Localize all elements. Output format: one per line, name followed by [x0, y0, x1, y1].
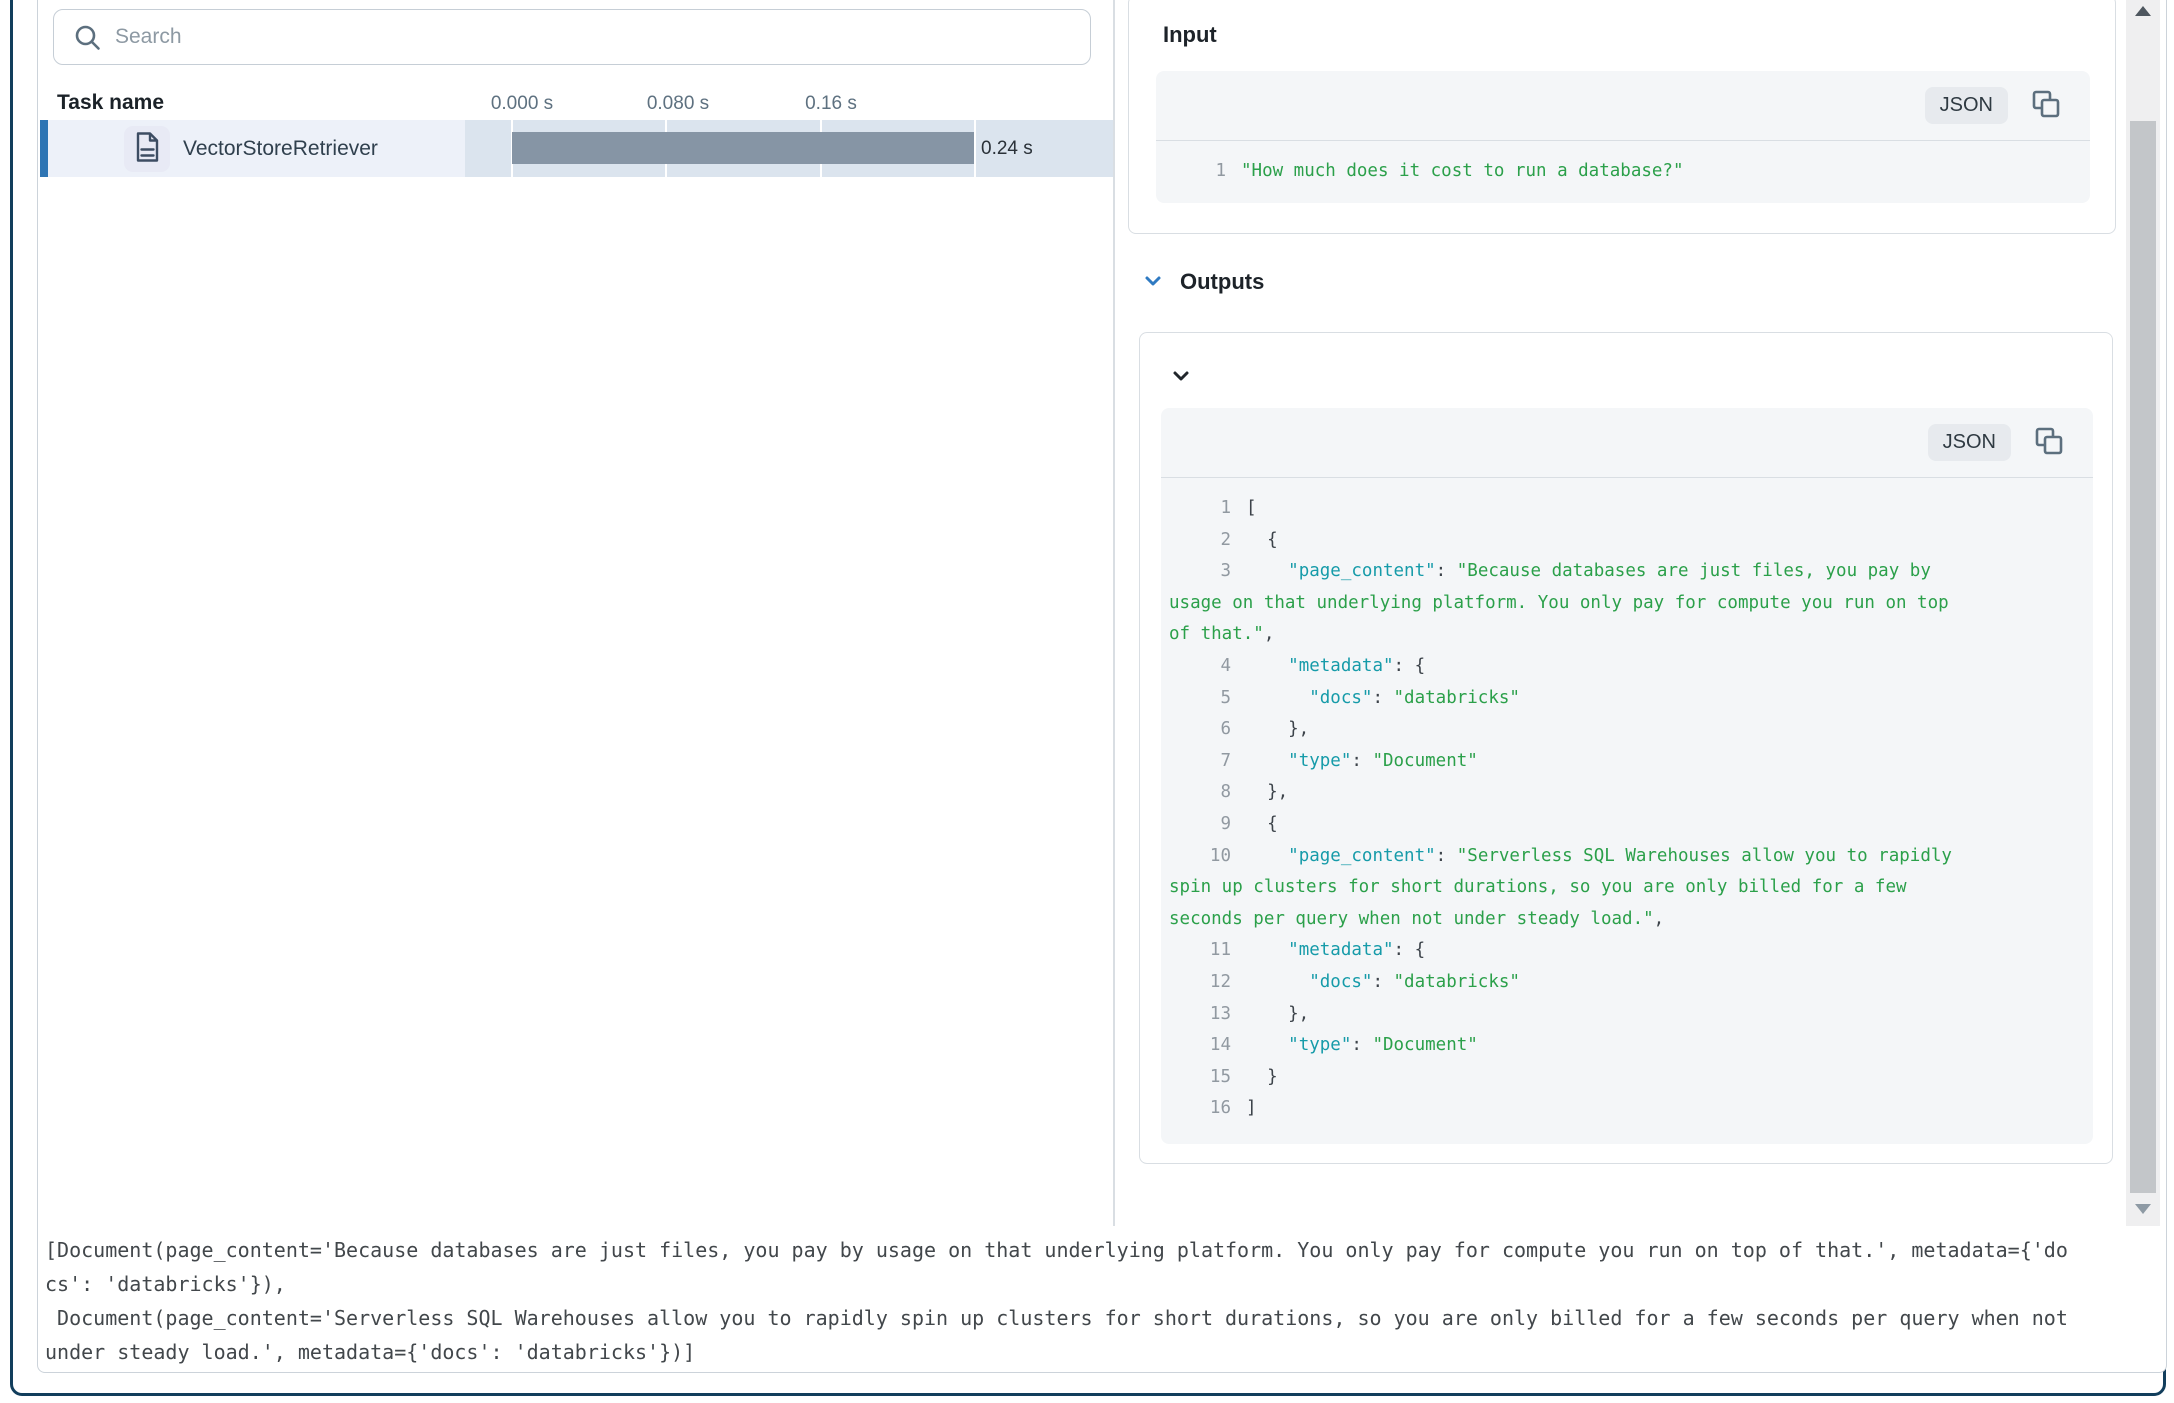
outputs-section-title: Outputs [1180, 269, 1264, 295]
timeline-gridline [974, 120, 976, 177]
input-section-title: Input [1163, 22, 1217, 48]
trace-results-container: Task name 0.000 s 0.080 s 0.16 s [37, 0, 2167, 1373]
panel-divider [1113, 0, 1115, 1226]
scrollbar-down-arrow-icon[interactable] [2135, 1204, 2151, 1214]
task-duration-label: 0.24 s [981, 120, 1033, 177]
search-input[interactable] [101, 10, 1090, 64]
task-name-column-header: Task name [57, 91, 164, 115]
task-row-vectorstoreretriever[interactable]: VectorStoreRetriever 0.24 s [40, 120, 1114, 177]
outputs-code-header: JSON [1161, 408, 2093, 478]
input-code-header: JSON [1156, 71, 2090, 141]
timeline-tick-2: 0.16 s [805, 93, 857, 115]
selected-row-accent [40, 120, 48, 177]
json-format-button[interactable]: JSON [1928, 424, 2011, 461]
chevron-down-icon [1142, 270, 1164, 295]
chevron-down-icon [1170, 365, 1192, 390]
input-code-block: JSON 1"How much does it cost to run a da… [1156, 71, 2090, 203]
copy-icon [2030, 88, 2062, 123]
search-icon [74, 24, 101, 51]
task-duration-bar [512, 132, 974, 164]
outputs-code-body: 1[2 {3 "page_content": "Because database… [1161, 478, 2093, 1137]
timeline-tick-0: 0.000 s [491, 93, 553, 115]
copy-button[interactable] [2030, 88, 2062, 123]
outputs-collapse-toggle[interactable] [1142, 270, 1164, 295]
output-item-collapse-toggle[interactable] [1170, 365, 1192, 390]
console-output-text: [Document(page_content='Because database… [45, 1233, 2161, 1369]
input-code-body: 1"How much does it cost to run a databas… [1156, 141, 2090, 200]
outputs-code-block: JSON 1[2 {3 "page_content": "Because dat… [1161, 408, 2093, 1144]
scrollbar-up-arrow-icon[interactable] [2135, 6, 2151, 16]
copy-button[interactable] [2033, 425, 2065, 460]
task-name-label: VectorStoreRetriever [183, 120, 378, 177]
task-icon-tile [124, 126, 170, 172]
outputs-section-card: JSON 1[2 {3 "page_content": "Because dat… [1139, 332, 2113, 1164]
notebook-cell-frame: Task name 0.000 s 0.080 s 0.16 s [10, 0, 2166, 1396]
json-format-button[interactable]: JSON [1925, 87, 2008, 124]
timeline-lane: 0.24 s [465, 120, 1114, 177]
vertical-scrollbar [2126, 0, 2160, 1226]
outputs-section-header: Outputs [1142, 269, 1264, 295]
search-box [53, 9, 1091, 65]
scrollbar-thumb[interactable] [2130, 121, 2156, 1193]
input-section-card: Input JSON 1"How mu [1128, 0, 2116, 234]
document-icon [132, 131, 162, 168]
copy-icon [2033, 425, 2065, 460]
timeline-tick-1: 0.080 s [647, 93, 709, 115]
